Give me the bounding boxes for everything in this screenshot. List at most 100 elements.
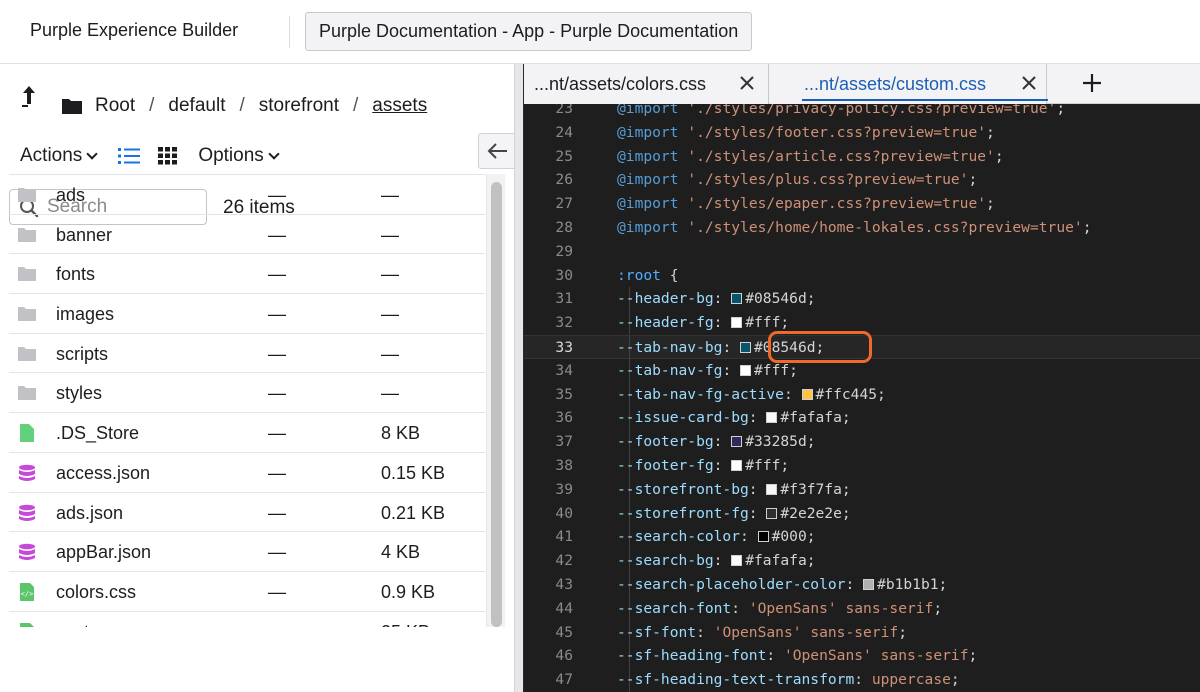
file-row[interactable]: .DS_Store — 8 KB xyxy=(9,413,485,453)
tab-colors-css[interactable]: ...nt/assets/colors.css xyxy=(524,64,769,104)
breadcrumb-root[interactable]: Root xyxy=(95,95,135,117)
grid-view-icon[interactable] xyxy=(158,147,178,165)
file-row[interactable]: appBar.json — 4 KB xyxy=(9,532,485,572)
code-token: ; xyxy=(968,647,978,665)
breadcrumb-default[interactable]: default xyxy=(168,95,225,117)
code-line[interactable]: 23 @import './styles/privacy-policy.css?p… xyxy=(524,104,1200,121)
code-token: #000; xyxy=(771,528,816,546)
line-number: 44 xyxy=(555,599,573,617)
plus-icon[interactable] xyxy=(1080,71,1104,95)
code-line[interactable]: 31 --header-bg: #08546d; xyxy=(524,287,1200,312)
code-line[interactable]: 46 --sf-heading-font: 'OpenSans' sans-ser… xyxy=(524,644,1200,669)
file-row[interactable]: access.json — 0.15 KB xyxy=(9,453,485,493)
color-swatch[interactable] xyxy=(740,364,752,376)
code-token: --sf-font xyxy=(617,623,697,641)
file-row[interactable]: fonts — — xyxy=(9,254,485,295)
file-modified: — xyxy=(268,264,286,285)
code-token: : xyxy=(713,552,732,570)
file-row[interactable]: scripts — — xyxy=(9,334,485,374)
database-icon xyxy=(19,543,35,561)
color-swatch[interactable] xyxy=(731,436,743,448)
chevron-down-icon xyxy=(268,147,280,160)
line-number: 42 xyxy=(555,552,573,570)
code-line[interactable]: 37 --footer-bg: #33285d; xyxy=(524,430,1200,455)
code-line[interactable]: 26 @import './styles/plus.css?preview=tru… xyxy=(524,168,1200,192)
breadcrumb-assets[interactable]: assets xyxy=(372,95,427,117)
collapse-panel-button[interactable] xyxy=(478,133,518,169)
file-size: 4 KB xyxy=(381,542,421,563)
file-modified: — xyxy=(268,304,286,325)
file-row[interactable]: ads.json — 0.21 KB xyxy=(9,493,485,533)
code-line[interactable]: 39 --storefront-bg: #f3f7fa; xyxy=(524,477,1200,502)
close-icon[interactable] xyxy=(738,74,756,92)
code-line[interactable]: 38 --footer-fg: #fff; xyxy=(524,454,1200,478)
code-line[interactable]: 30:root { xyxy=(524,264,1200,288)
breadcrumb-storefront[interactable]: storefront xyxy=(259,95,339,117)
color-swatch[interactable] xyxy=(731,317,743,329)
code-area[interactable]: 23 @import './styles/privacy-policy.css?p… xyxy=(524,104,1200,692)
code-line[interactable]: 43 --search-placeholder-color: #b1b1b1; xyxy=(524,573,1200,597)
color-swatch[interactable] xyxy=(731,460,743,471)
code-text: @import './styles/article.css?preview=tr… xyxy=(617,145,1004,169)
file-row[interactable]: ads — — xyxy=(9,175,485,215)
color-swatch[interactable] xyxy=(863,579,875,590)
code-line[interactable]: 44 --search-font: 'OpenSans' sans-serif; xyxy=(524,596,1200,621)
color-swatch[interactable] xyxy=(766,412,778,424)
code-line[interactable]: 36 --issue-card-bg: #fafafa; xyxy=(524,406,1200,431)
file-modified: — xyxy=(268,343,286,364)
code-text: :root { xyxy=(617,264,679,288)
code-text: --search-font: 'OpenSans' sans-serif; xyxy=(617,597,942,621)
document-selector-button[interactable]: Purple Documentation - App - Purple Docu… xyxy=(305,12,753,51)
file-row[interactable]: styles — — xyxy=(9,373,485,414)
file-name: banner xyxy=(56,224,113,245)
panel-splitter[interactable] xyxy=(514,64,524,692)
color-swatch[interactable] xyxy=(731,555,743,567)
code-line[interactable]: 45 --sf-font: 'OpenSans' sans-serif; xyxy=(524,620,1200,645)
scrollbar-thumb[interactable] xyxy=(491,182,502,627)
file-list-scrollbar[interactable] xyxy=(486,174,505,627)
options-label: Options xyxy=(198,145,264,166)
file-row[interactable]: banner — — xyxy=(9,215,485,255)
list-view-icon[interactable] xyxy=(118,147,141,165)
color-swatch[interactable] xyxy=(801,388,813,400)
code-line[interactable]: 41 --search-color: #000; xyxy=(524,525,1200,550)
code-line[interactable]: 27 @import './styles/epaper.css?preview=t… xyxy=(524,192,1200,216)
file-modified: — xyxy=(268,383,286,404)
code-text: --issue-card-bg: #fafafa; xyxy=(617,406,851,430)
code-line[interactable]: 34 --tab-nav-fg: #fff; xyxy=(524,358,1200,383)
code-token: #2e2e2e; xyxy=(780,504,851,522)
color-swatch[interactable] xyxy=(731,293,743,305)
code-token: : xyxy=(722,339,741,356)
code-token: --tab-nav-bg xyxy=(617,339,723,356)
actions-menu[interactable]: Actions xyxy=(20,145,98,167)
code-line[interactable]: 24 @import './styles/footer.css?preview=t… xyxy=(524,121,1200,145)
code-line[interactable]: 33 --tab-nav-bg: #08546d; xyxy=(524,331,1200,363)
code-line[interactable]: 47 --sf-heading-text-transform: uppercase… xyxy=(524,668,1200,692)
line-number: 25 xyxy=(555,147,573,165)
file-row[interactable]: </> custom.css — 25 KB xyxy=(9,612,485,627)
code-token: --header-fg xyxy=(617,314,714,332)
tab-custom-css[interactable]: ...nt/assets/custom.css xyxy=(770,64,1048,104)
color-swatch[interactable] xyxy=(757,531,769,543)
code-line[interactable]: 40 --storefront-fg: #2e2e2e; xyxy=(524,501,1200,526)
code-token: @import xyxy=(617,195,679,213)
close-icon[interactable] xyxy=(1020,74,1038,92)
color-swatch[interactable] xyxy=(766,507,778,519)
arrow-up-from-line-icon[interactable] xyxy=(20,84,38,108)
app-title[interactable]: Purple Experience Builder xyxy=(30,20,238,41)
code-text: @import './styles/footer.css?preview=tru… xyxy=(617,121,995,145)
color-swatch[interactable] xyxy=(740,342,752,353)
code-line[interactable]: 35 --tab-nav-fg-active: #ffc445; xyxy=(524,382,1200,407)
file-row[interactable]: images — — xyxy=(9,294,485,334)
code-line[interactable]: 29 xyxy=(524,240,1200,264)
code-token: : xyxy=(748,409,767,427)
file-modified: — xyxy=(268,224,286,245)
file-row[interactable]: </> colors.css — 0.9 KB xyxy=(9,572,485,612)
code-token: uppercase xyxy=(871,671,951,689)
code-line[interactable]: 42 --search-bg: #fafafa; xyxy=(524,549,1200,574)
color-swatch[interactable] xyxy=(766,483,778,495)
code-line[interactable]: 28 @import './styles/home/home-lokales.cs… xyxy=(524,216,1200,240)
options-menu[interactable]: Options xyxy=(198,145,280,167)
code-line[interactable]: 25 @import './styles/article.css?preview=… xyxy=(524,145,1200,169)
